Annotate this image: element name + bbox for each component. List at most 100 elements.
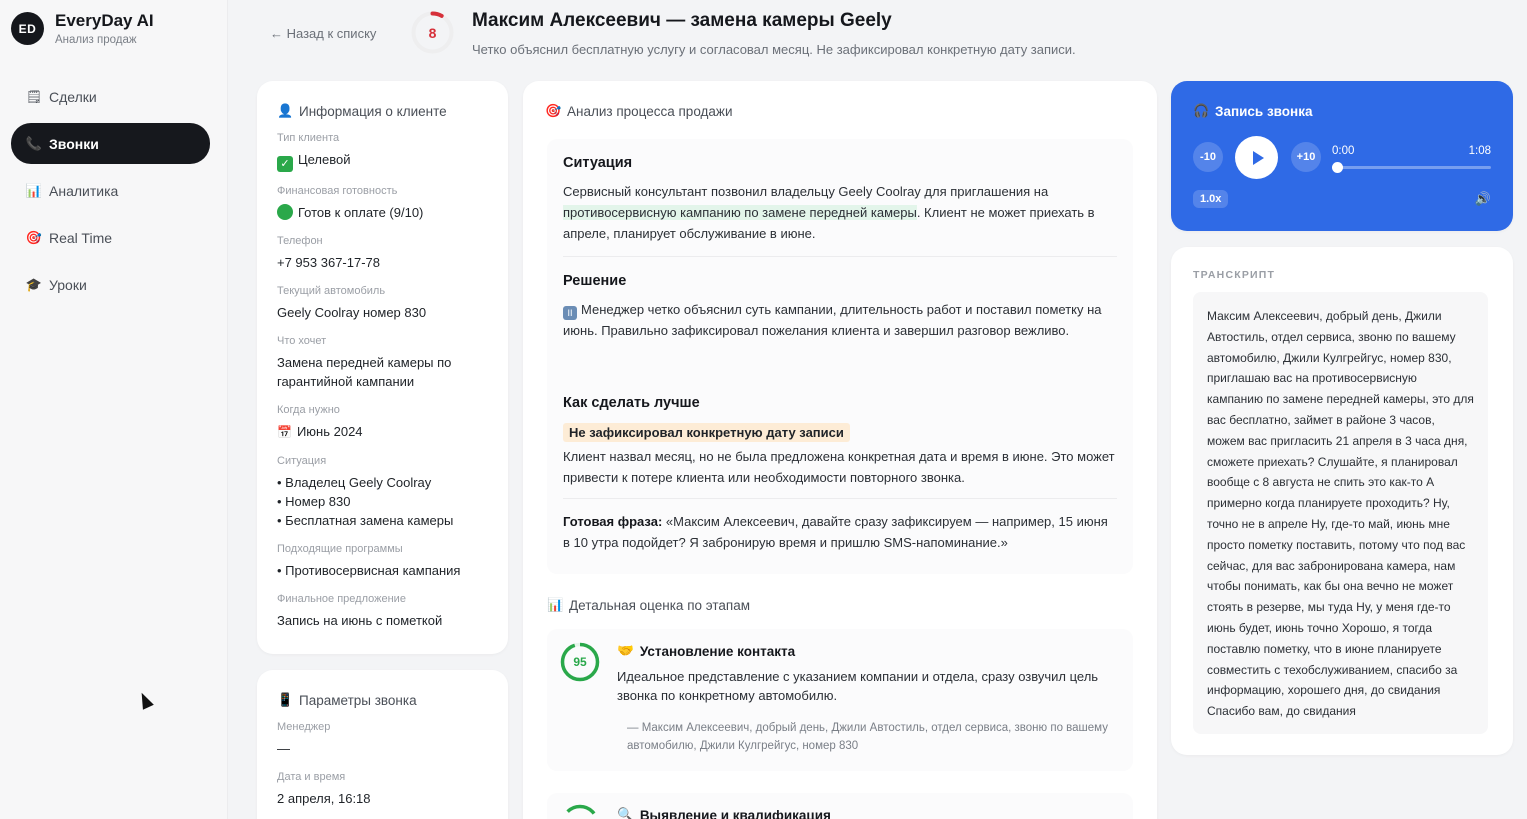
situation-text-highlight: противосервисную кампанию по замене пере… [563, 205, 917, 220]
nav-item-deals[interactable]: 🗒 Сделки [11, 76, 210, 117]
current-car-value: Geely Coolray номер 830 [277, 305, 427, 320]
nav-item-analytics[interactable]: 📊 Аналитика [11, 170, 210, 211]
situation-item: • Бесплатная замена камеры [277, 513, 454, 528]
graduation-cap-icon: 🎓 [25, 276, 43, 292]
stage-score-ring [559, 803, 601, 819]
nav-item-label: Сделки [49, 88, 97, 105]
client-type-label: Тип клиента [277, 132, 340, 144]
page-title: Максим Алексеевич — замена камеры Geely [472, 10, 892, 31]
playback-speed-button[interactable]: 1.0x [1193, 190, 1229, 208]
stages-title-text: Детальная оценка по этапам [569, 597, 750, 613]
financial-readiness-value: Готов к оплате (9/10) [277, 203, 488, 222]
call-params-title: 📱 Параметры звонка [277, 692, 488, 708]
improve-warning-badge: Не зафиксировал конкретную дату записи [563, 423, 850, 442]
solution-heading: Решение [563, 273, 627, 289]
brand[interactable]: ED EveryDay AI Анализ продаж [11, 11, 154, 46]
situation-label: Ситуация [277, 455, 327, 467]
improve-heading: Как сделать лучше [563, 395, 700, 411]
back-to-list-link[interactable]: ← Назад к списку [270, 26, 376, 41]
bar-chart-icon: 📊 [25, 182, 43, 198]
stage-description: Идеальное представление с указанием комп… [617, 669, 1099, 703]
sales-analysis-title-text: Анализ процесса продажи [567, 103, 733, 119]
stage-item[interactable]: 95 🤝 Установление контакта Идеальное пре… [547, 629, 1133, 771]
main-nav: 🗒 Сделки 📞 Звонки 📊 Аналитика 🎯 Real Tim… [11, 76, 210, 311]
target-icon: 🎯 [25, 229, 43, 245]
seek-slider[interactable] [1332, 162, 1491, 173]
brand-logo: ED [11, 12, 44, 45]
financial-readiness-label: Финансовая готовность [277, 185, 398, 197]
solution-text-body: Менеджер четко объяснил суть кампании, д… [563, 302, 1102, 338]
sidebar: ED EveryDay AI Анализ продаж 🗒 Сделки 📞 … [0, 0, 228, 819]
target-icon: 🎯 [545, 103, 562, 118]
client-info-title-text: Информация о клиенте [299, 103, 447, 119]
situation-text-pre: Сервисный консультант позвонил владельцу… [563, 184, 1049, 199]
call-score-value: 8 [428, 24, 437, 41]
client-info-card: 👤 Информация о клиенте Тип клиента ✓ Целе… [257, 81, 508, 654]
stage-heading: 🔍 Выявление и квалификация [617, 807, 1117, 819]
play-icon [1252, 150, 1264, 165]
stage-item[interactable]: 🔍 Выявление и квалификация [547, 793, 1133, 819]
datetime-label: Дата и время [277, 771, 346, 783]
headphones-icon: 🎧 [1193, 103, 1210, 118]
divider [563, 498, 1117, 499]
ready-phrase: Готовая фраза: «Максим Алексеевич, давай… [563, 511, 1117, 553]
volume-icon[interactable]: 🔊 [1475, 191, 1491, 207]
nav-item-realtime[interactable]: 🎯 Real Time [11, 217, 210, 258]
stage-quote: — Максим Алексеевич, добрый день, Джили … [627, 722, 1108, 752]
nav-item-label: Real Time [49, 229, 113, 246]
seek-handle[interactable] [1332, 162, 1343, 173]
call-params-card: 📱 Параметры звонка Менеджер — Дата и вре… [257, 670, 508, 819]
improve-text: Клиент назвал месяц, но не была предложе… [563, 449, 1115, 485]
sales-analysis-card: 🎯 Анализ процесса продажи Ситуация Серви… [523, 81, 1157, 819]
brand-name: EveryDay AI [55, 11, 154, 30]
ready-phrase-label: Готовая фраза: [563, 514, 663, 529]
situation-list: • Владелец Geely Coolray • Номер 830 • Б… [277, 473, 488, 530]
stage-name: Установление контакта [639, 643, 796, 659]
mobile-phone-icon: 📱 [277, 692, 294, 707]
handshake-icon: 🤝 [617, 643, 634, 658]
transcript-text[interactable]: Максим Алексеевич, добрый день, Джили Ав… [1193, 292, 1488, 734]
programs-label: Подходящие программы [277, 543, 403, 555]
notepad-icon: 🗒 [25, 88, 43, 104]
nav-item-lessons[interactable]: 🎓 Уроки [11, 264, 210, 305]
call-params-title-text: Параметры звонка [299, 692, 417, 708]
page-subtitle: Четко объяснил бесплатную услугу и согла… [472, 42, 1076, 57]
divider [563, 256, 1117, 257]
forward-10-button[interactable]: +10 [1291, 142, 1321, 172]
calendar-icon: 📅 [277, 425, 292, 439]
stage-ring-svg [560, 804, 600, 819]
nav-item-label: Аналитика [49, 182, 119, 199]
situation-item: • Владелец Geely Coolray [277, 475, 432, 490]
manager-label: Менеджер [277, 721, 331, 733]
magnifier-icon: 🔍 [617, 807, 634, 819]
nav-item-label: Уроки [49, 276, 87, 293]
checkmark-icon: ✓ [277, 156, 293, 172]
transcript-title: ТРАНСКРИПТ [1193, 269, 1276, 281]
phone-value[interactable]: +7 953 367-17-78 [277, 253, 488, 272]
final-offer-value: Запись на июнь с пометкой [277, 613, 443, 628]
nav-item-label: Звонки [49, 135, 99, 152]
client-type-value: ✓ Целевой [277, 150, 488, 172]
user-icon: 👤 [277, 103, 294, 118]
player-title-text: Запись звонка [1215, 103, 1313, 119]
rewind-10-button[interactable]: -10 [1193, 142, 1223, 172]
mouse-cursor-icon [136, 690, 154, 710]
nav-item-calls[interactable]: 📞 Звонки [11, 123, 210, 164]
final-offer-label: Финальное предложение [277, 593, 406, 605]
situation-item: • Номер 830 [277, 494, 351, 509]
client-info-title: 👤 Информация о клиенте [277, 103, 488, 119]
phone-label: Телефон [277, 235, 323, 247]
solution-text: II Менеджер четко объяснил суть кампании,… [563, 299, 1117, 341]
stage-score-ring: 95 [559, 641, 601, 683]
situation-heading: Ситуация [563, 155, 633, 171]
when-needed-text: Июнь 2024 [296, 424, 363, 439]
bar-chart-icon: 📊 [547, 597, 564, 612]
play-button[interactable] [1235, 136, 1278, 179]
stage-name: Выявление и квалификация [639, 807, 831, 819]
programs-value: • Противосервисная кампания [277, 563, 461, 578]
call-recording-player: 🎧 Запись звонка -10 +10 0:00 1:08 1.0x 🔊 [1171, 81, 1513, 231]
time-current: 0:00 [1332, 145, 1355, 157]
current-car-label: Текущий автомобиль [277, 285, 386, 297]
when-needed-label: Когда нужно [277, 404, 340, 416]
stage-score-value: 95 [573, 655, 587, 669]
